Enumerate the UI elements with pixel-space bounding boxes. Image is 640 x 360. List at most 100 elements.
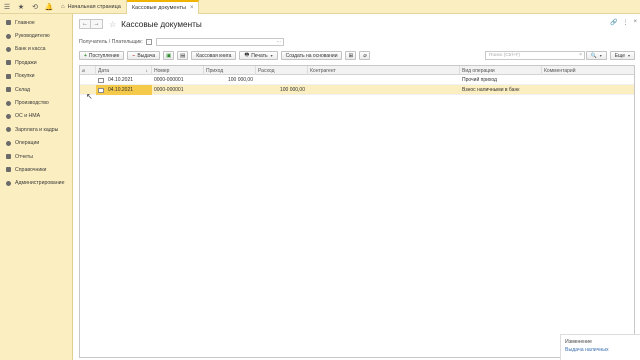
filter-checkbox[interactable] [145, 39, 152, 45]
sidebar-item-production[interactable]: Производство [0, 96, 72, 109]
back-button[interactable]: ← [79, 19, 91, 29]
sidebar: Главное Руководителю Банк и касса Продаж… [0, 14, 73, 360]
gear-icon [6, 180, 11, 186]
building-icon [6, 113, 11, 119]
create-based-button[interactable]: Создать на основании [280, 51, 343, 60]
window-controls: 🔗 ⋮ × [610, 19, 637, 26]
paperclip-icon: ⌀ [82, 67, 86, 74]
attach-button[interactable]: ⌀ [359, 51, 371, 60]
cell-income: 100 000,00 [227, 77, 253, 83]
more-vertical-icon[interactable]: ⋮ [622, 19, 628, 26]
sidebar-item-main[interactable]: Главное [0, 16, 72, 29]
chevron-down-icon: ▾ [599, 53, 602, 58]
more-button[interactable]: Еще ▾ [609, 51, 635, 60]
cash-book-label: Кассовая книга [196, 52, 232, 59]
column-header-income[interactable]: Приход [204, 66, 256, 75]
sidebar-item-salary[interactable]: Зарплата и кадры [0, 123, 72, 136]
forward-button[interactable]: → [91, 19, 103, 29]
column-label: Номер [154, 67, 170, 74]
sidebar-item-label: Операции [15, 140, 40, 147]
attachment-column-header[interactable]: ⌀ [80, 66, 96, 75]
sidebar-item-admin[interactable]: Администрирование [0, 177, 72, 190]
document-icon [98, 87, 104, 93]
sidebar-item-purchases[interactable]: Покупки [0, 70, 72, 83]
print-label: Печать [251, 52, 268, 59]
post-document-button[interactable]: ▣ [163, 51, 175, 60]
home-icon: ⌂ [61, 3, 65, 10]
column-header-operation[interactable]: Вид операции [460, 66, 542, 75]
cell-date: 04.10.2021 [96, 85, 152, 95]
filter-label: Получатель / Плательщик: [79, 39, 143, 45]
more-label: Еще [614, 52, 625, 59]
cell-operation: Прочий приход [462, 77, 497, 83]
book-icon [6, 167, 11, 173]
column-label: Комментарий [544, 67, 576, 74]
documents-table: ⌀ Дата ↓ Номер Приход Расход Контрагент В… [79, 65, 635, 358]
menu-icon[interactable]: ☰ [0, 0, 14, 14]
plus-icon: + [84, 52, 87, 59]
print-button[interactable]: 🖶 Печать ▾ [239, 51, 278, 60]
table-row[interactable]: 04.10.2021 0000-000001 100 000,00 Прочий… [80, 75, 634, 85]
clear-search-icon[interactable]: × [579, 52, 582, 58]
column-header-date[interactable]: Дата ↓ [96, 66, 152, 75]
notification-link[interactable]: Выдача наличных [565, 347, 640, 353]
sidebar-item-directories[interactable]: Справочники [0, 163, 72, 176]
main-panel: ← → ☆ Кассовые документы 🔗 ⋮ × Получател… [74, 14, 640, 360]
column-header-counterparty[interactable]: Контрагент [308, 66, 460, 75]
people-icon [6, 127, 11, 133]
basket-icon [6, 73, 11, 79]
column-label: Вид операции [462, 67, 495, 74]
sidebar-item-label: Склад [15, 86, 31, 93]
search-input[interactable]: Поиск (Ctrl+F) × [485, 51, 585, 60]
sidebar-item-bank[interactable]: Банк и касса [0, 43, 72, 56]
sidebar-item-label: ОС и НМА [15, 113, 41, 120]
sidebar-item-operations[interactable]: Операции [0, 137, 72, 150]
column-header-comment[interactable]: Комментарий [542, 66, 634, 75]
cell-counterparty [308, 85, 460, 95]
link-icon[interactable]: 🔗 [610, 19, 617, 26]
favorites-icon[interactable]: ★ [14, 0, 28, 14]
search-button[interactable]: 🔍 ▾ [585, 51, 607, 60]
cell-attachment [80, 75, 96, 85]
close-icon[interactable]: × [190, 5, 194, 11]
mouse-cursor-icon: ↖ [86, 92, 93, 101]
tab-cash-documents[interactable]: Кассовые документы × [126, 0, 200, 14]
payout-button[interactable]: − Выдача [127, 51, 161, 60]
bell-icon[interactable]: 🔔 [42, 0, 56, 14]
sidebar-item-warehouse[interactable]: Склад [0, 83, 72, 96]
sidebar-item-label: Главное [15, 19, 35, 26]
chevron-down-icon: ▾ [627, 53, 630, 58]
sidebar-item-label: Руководителю [15, 33, 50, 40]
table-header: ⌀ Дата ↓ Номер Приход Расход Контрагент В… [80, 66, 634, 75]
sidebar-item-management[interactable]: Руководителю [0, 29, 72, 42]
cash-book-button[interactable]: Кассовая книга [191, 51, 237, 60]
cart-icon [6, 60, 11, 66]
sidebar-item-assets[interactable]: ОС и НМА [0, 110, 72, 123]
column-header-expense[interactable]: Расход [256, 66, 308, 75]
receipt-label: Поступление [88, 52, 120, 59]
column-header-number[interactable]: Номер [152, 66, 204, 75]
close-window-icon[interactable]: × [633, 19, 637, 26]
payer-filter-input[interactable]: ... [155, 38, 284, 46]
favorite-star-icon[interactable]: ☆ [109, 20, 116, 29]
structure-icon: ⊞ [348, 52, 354, 59]
create-based-label: Создать на основании [285, 52, 338, 59]
cell-date: 04.10.2021 [96, 75, 152, 85]
date-value: 04.10.2021 [108, 87, 134, 93]
structure-button[interactable]: ⊞ [345, 51, 357, 60]
sidebar-item-reports[interactable]: Отчеты [0, 150, 72, 163]
select-button[interactable]: ... [277, 38, 281, 44]
payout-label: Выдача [137, 52, 156, 59]
cell-expense [256, 75, 308, 85]
cancel-post-button[interactable]: ▤ [177, 51, 189, 60]
history-icon[interactable]: ⟲ [28, 0, 42, 14]
tab-home[interactable]: ⌂ Начальная страница [56, 0, 127, 14]
unpost-icon: ▤ [180, 52, 186, 59]
date-value: 04.10.2021 [108, 77, 134, 83]
sidebar-item-sales[interactable]: Продажи [0, 56, 72, 69]
tab-cash-documents-label: Кассовые документы [131, 4, 186, 11]
receipt-button[interactable]: + Поступление [79, 51, 125, 60]
table-row[interactable]: 04.10.2021 0000-000001 100 000,00 Взнос … [80, 85, 634, 95]
cell-comment [542, 75, 634, 85]
bank-icon [6, 46, 11, 52]
